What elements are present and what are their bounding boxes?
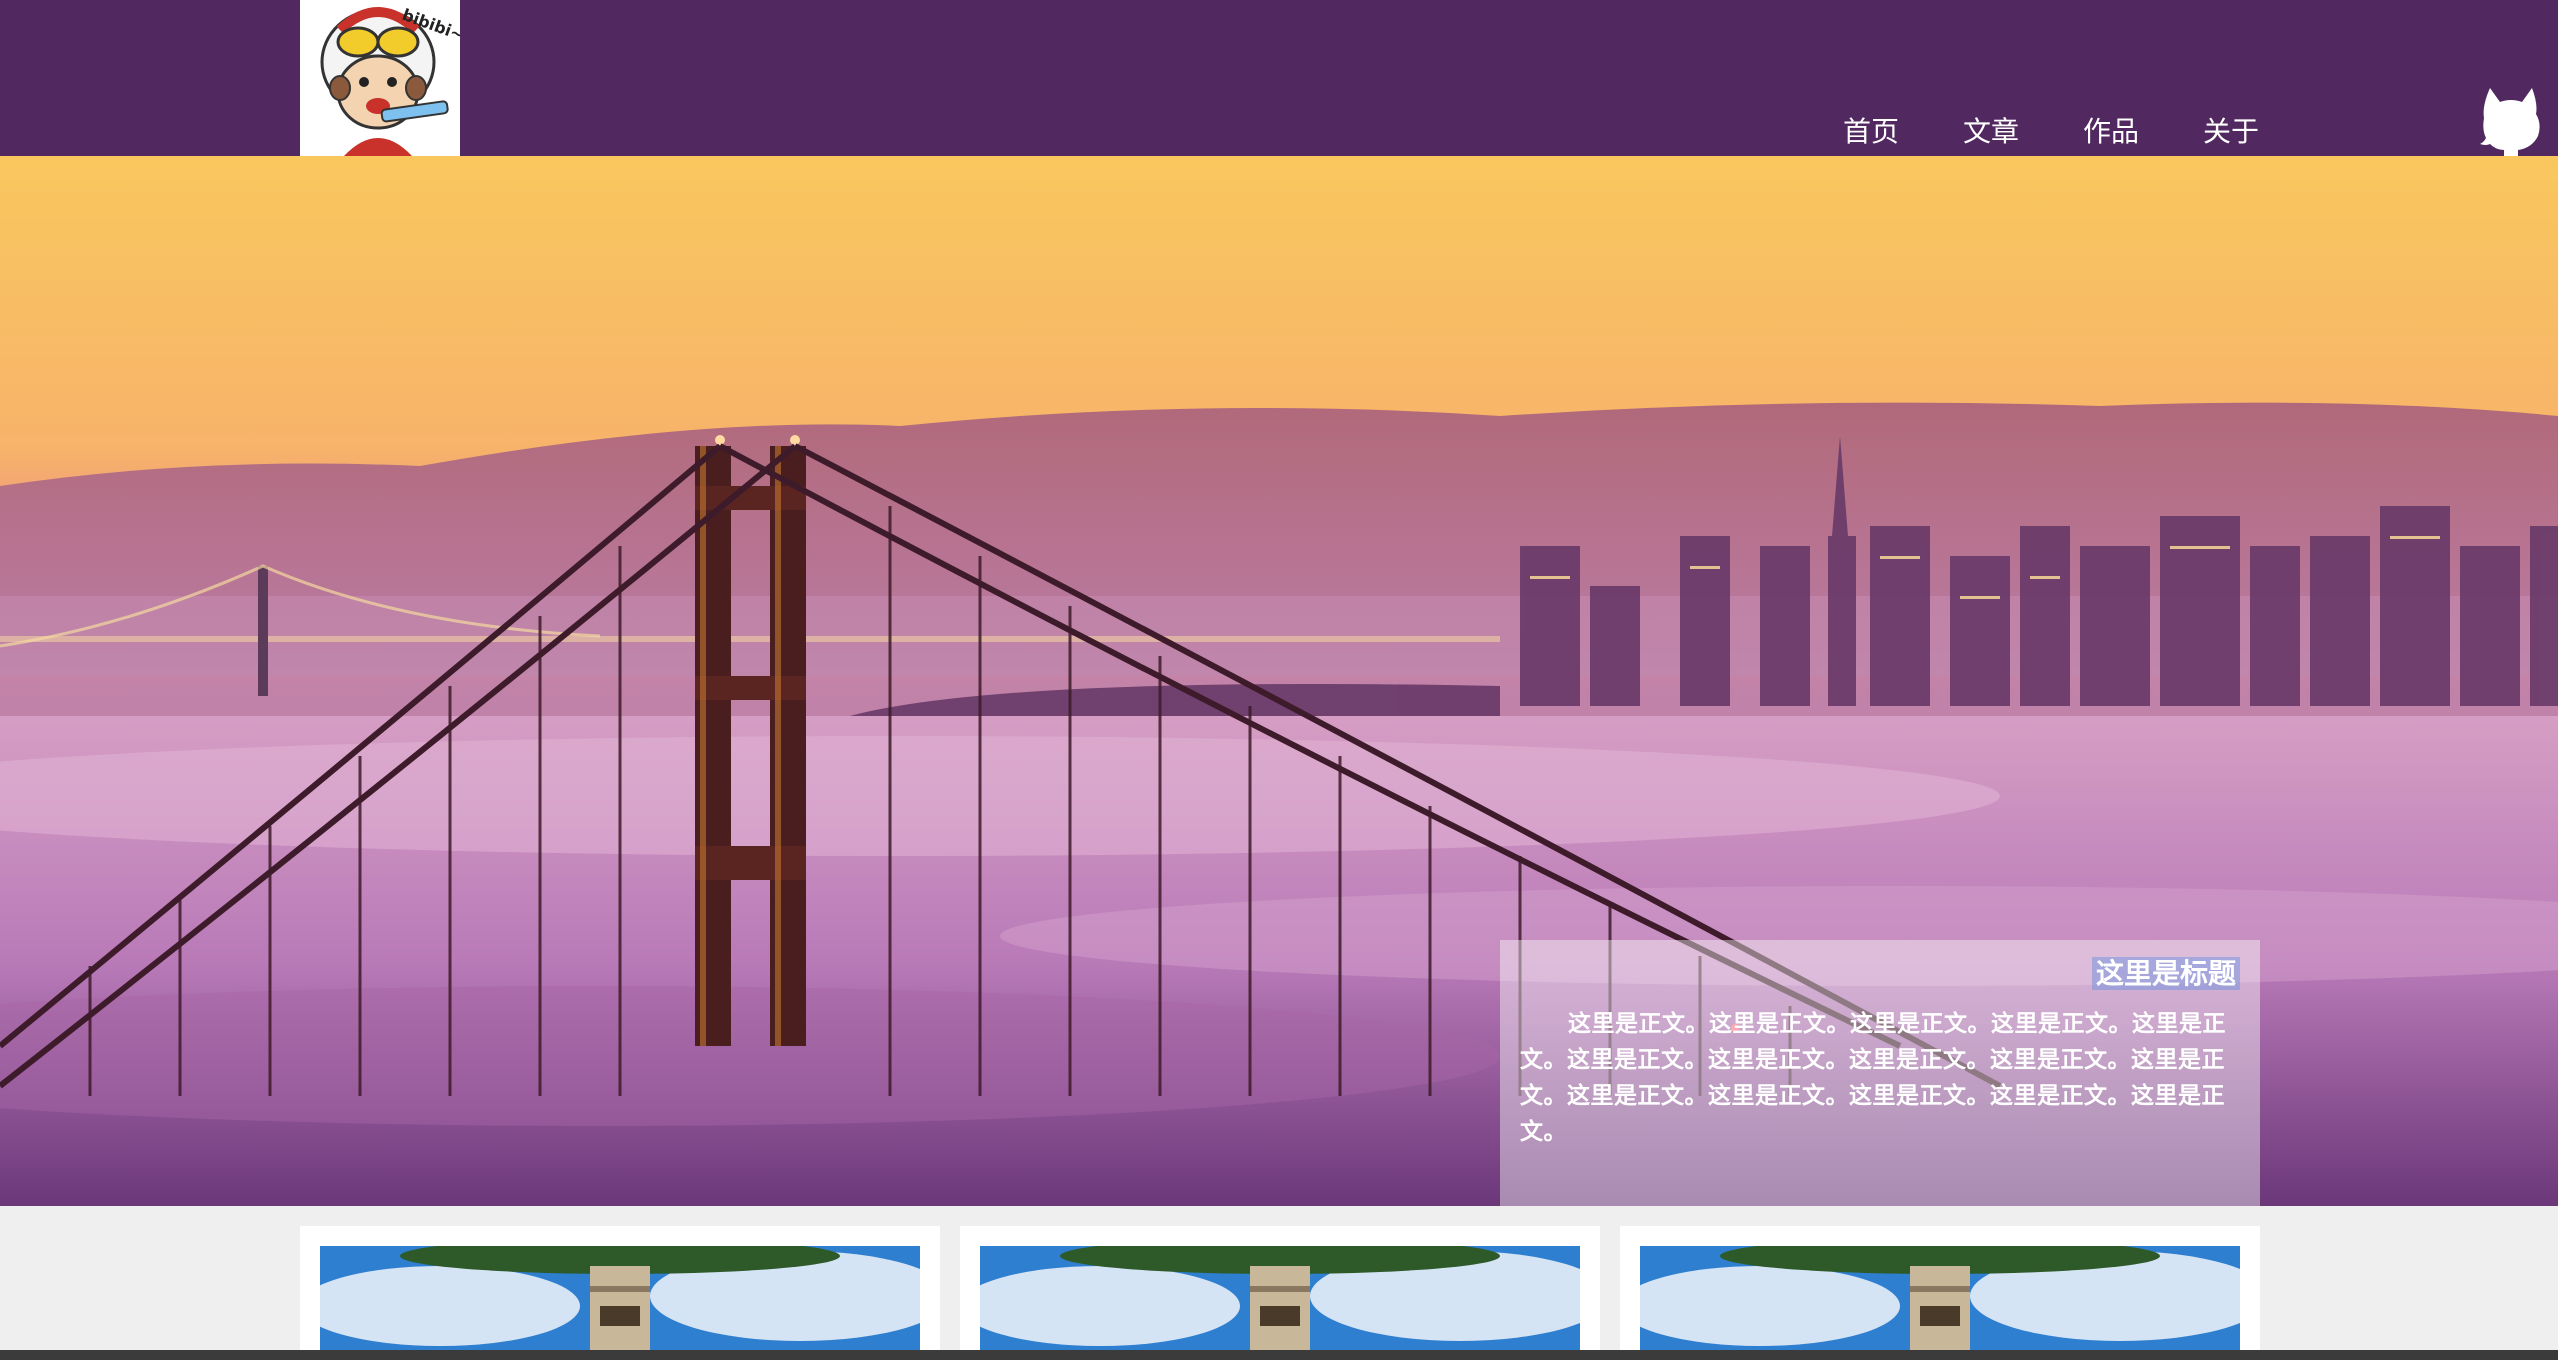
site-logo[interactable]: bibibi~	[300, 0, 460, 156]
main-nav: 首页 文章 作品 关于	[1843, 112, 2323, 152]
card-item[interactable]	[1620, 1226, 2260, 1350]
monkey-mascot-icon: bibibi~	[300, 0, 460, 156]
site-header: bibibi~ 首页 文章 作品 关于	[0, 0, 2558, 156]
caption-title-text: 这里是标题	[2091, 957, 2240, 990]
card-item[interactable]	[300, 1226, 940, 1350]
card-row	[300, 1226, 2260, 1350]
nav-item-home[interactable]: 首页	[1843, 112, 1899, 152]
nav-item-about[interactable]: 关于	[2203, 112, 2259, 152]
card-image	[320, 1246, 920, 1350]
card-image	[980, 1246, 1580, 1350]
bottom-edge-bar	[0, 1350, 2558, 1360]
card-image	[1640, 1246, 2240, 1350]
hero-banner: 这里是标题 这里是正文。这里是正文。这里是正文。这里是正文。这里是正文。这里是正…	[0, 156, 2558, 1206]
caption-title: 这里是标题	[1520, 954, 2240, 994]
github-link[interactable]	[2478, 84, 2544, 156]
hero-caption: 这里是标题 这里是正文。这里是正文。这里是正文。这里是正文。这里是正文。这里是正…	[1500, 940, 2260, 1206]
nav-item-articles[interactable]: 文章	[1963, 112, 2019, 152]
card-item[interactable]	[960, 1226, 1600, 1350]
nav-item-works[interactable]: 作品	[2083, 112, 2139, 152]
github-octocat-icon	[2480, 88, 2540, 156]
caption-body: 这里是正文。这里是正文。这里是正文。这里是正文。这里是正文。这里是正文。这里是正…	[1520, 1010, 2226, 1145]
